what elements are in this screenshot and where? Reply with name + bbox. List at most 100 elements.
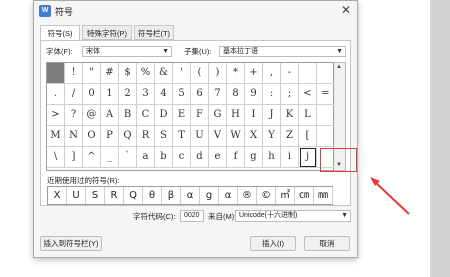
symbol-cell[interactable]: 3 bbox=[137, 84, 155, 105]
symbol-cell[interactable] bbox=[317, 126, 335, 147]
symbol-cell[interactable]: h bbox=[263, 147, 281, 168]
symbol-cell[interactable]: Y bbox=[263, 126, 281, 147]
symbol-cell[interactable]: K bbox=[281, 105, 299, 126]
symbol-cell[interactable]: H bbox=[227, 105, 245, 126]
symbol-cell[interactable]: \ bbox=[47, 147, 65, 168]
symbol-cell[interactable]: 8 bbox=[227, 84, 245, 105]
tab-special-chars[interactable]: 特殊字符(P) bbox=[82, 25, 132, 40]
symbol-cell[interactable]: M bbox=[47, 126, 65, 147]
symbol-cell[interactable]: d bbox=[191, 147, 209, 168]
symbol-cell[interactable] bbox=[317, 63, 335, 84]
recent-symbol-cell[interactable]: Q bbox=[124, 187, 143, 204]
from-select[interactable]: Unicode(十六进制) ▼ bbox=[235, 210, 351, 222]
symbol-cell[interactable]: 2 bbox=[119, 84, 137, 105]
symbol-cell[interactable]: j bbox=[299, 147, 317, 168]
recent-symbol-cell[interactable]: S bbox=[86, 187, 105, 204]
symbol-cell[interactable]: C bbox=[137, 105, 155, 126]
insert-button[interactable]: 插入(I) bbox=[250, 236, 296, 251]
symbol-cell[interactable]: I bbox=[245, 105, 263, 126]
font-select[interactable]: 宋体 ▼ bbox=[82, 46, 172, 57]
symbol-cell[interactable]: # bbox=[101, 63, 119, 84]
recent-symbol-cell[interactable]: θ bbox=[143, 187, 162, 204]
symbol-cell[interactable]: - bbox=[281, 63, 299, 84]
symbol-cell[interactable]: , bbox=[263, 63, 281, 84]
scroll-up-icon[interactable]: ▲ bbox=[336, 64, 342, 70]
recent-symbol-cell[interactable]: ® bbox=[238, 187, 257, 204]
symbol-cell[interactable]: O bbox=[83, 126, 101, 147]
symbol-cell[interactable]: f bbox=[227, 147, 245, 168]
symbol-cell[interactable]: 1 bbox=[101, 84, 119, 105]
symbol-cell[interactable]: N bbox=[65, 126, 83, 147]
symbol-cell[interactable]: " bbox=[83, 63, 101, 84]
symbol-cell[interactable]: @ bbox=[83, 105, 101, 126]
symbol-cell[interactable]: X bbox=[245, 126, 263, 147]
symbol-cell[interactable]: Z bbox=[281, 126, 299, 147]
symbol-cell[interactable]: + bbox=[245, 63, 263, 84]
symbol-cell[interactable]: ( bbox=[191, 63, 209, 84]
symbol-cell[interactable]: 0 bbox=[83, 84, 101, 105]
subset-select[interactable]: 基本拉丁语 ▼ bbox=[219, 46, 346, 57]
recent-symbol-cell[interactable]: β bbox=[162, 187, 181, 204]
symbol-cell[interactable]: 9 bbox=[245, 84, 263, 105]
recent-symbol-cell[interactable]: g bbox=[200, 187, 219, 204]
symbol-cell[interactable]: > bbox=[47, 105, 65, 126]
symbol-cell[interactable]: J bbox=[263, 105, 281, 126]
symbol-cell[interactable] bbox=[317, 105, 335, 126]
symbol-cell[interactable]: ) bbox=[209, 63, 227, 84]
close-icon[interactable]: ✕ bbox=[341, 3, 351, 17]
symbol-cell[interactable] bbox=[47, 63, 65, 84]
symbol-cell[interactable]: . bbox=[47, 84, 65, 105]
symbol-cell[interactable]: P bbox=[101, 126, 119, 147]
symbol-cell[interactable]: _ bbox=[101, 147, 119, 168]
tab-symbol-bar[interactable]: 符号栏(T) bbox=[134, 25, 174, 40]
symbol-cell[interactable]: i bbox=[281, 147, 299, 168]
symbol-cell[interactable]: G bbox=[209, 105, 227, 126]
symbol-cell[interactable]: Q bbox=[119, 126, 137, 147]
cancel-button[interactable]: 取消 bbox=[304, 236, 350, 251]
symbol-cell[interactable]: E bbox=[173, 105, 191, 126]
symbol-cell[interactable]: ' bbox=[173, 63, 191, 84]
recent-symbol-cell[interactable]: ㎝ bbox=[295, 187, 314, 204]
symbol-cell[interactable]: = bbox=[317, 84, 335, 105]
symbol-cell[interactable]: e bbox=[209, 147, 227, 168]
symbol-cell[interactable]: S bbox=[155, 126, 173, 147]
symbol-cell[interactable]: 7 bbox=[209, 84, 227, 105]
recent-symbol-cell[interactable]: ㎜ bbox=[314, 187, 333, 204]
symbol-cell[interactable]: T bbox=[173, 126, 191, 147]
symbol-cell[interactable]: % bbox=[137, 63, 155, 84]
symbol-cell[interactable]: : bbox=[263, 84, 281, 105]
symbol-cell[interactable]: g bbox=[245, 147, 263, 168]
symbol-cell[interactable]: ] bbox=[65, 147, 83, 168]
symbol-cell[interactable]: 5 bbox=[173, 84, 191, 105]
recent-symbol-cell[interactable]: U bbox=[67, 187, 86, 204]
symbol-cell[interactable]: D bbox=[155, 105, 173, 126]
symbol-cell[interactable]: [ bbox=[299, 126, 317, 147]
char-code-input[interactable]: 0020 bbox=[180, 210, 204, 222]
symbol-cell[interactable]: c bbox=[173, 147, 191, 168]
symbol-cell[interactable]: 4 bbox=[155, 84, 173, 105]
recent-symbol-cell[interactable]: X bbox=[48, 187, 67, 204]
recent-symbol-cell[interactable]: © bbox=[257, 187, 276, 204]
symbol-cell[interactable]: ^ bbox=[83, 147, 101, 168]
symbol-cell[interactable]: < bbox=[299, 84, 317, 105]
symbol-cell[interactable]: L bbox=[299, 105, 317, 126]
symbol-cell[interactable]: * bbox=[227, 63, 245, 84]
recent-symbol-cell[interactable]: ㎡ bbox=[276, 187, 295, 204]
symbol-cell[interactable]: ` bbox=[119, 147, 137, 168]
recent-symbol-cell[interactable]: α bbox=[219, 187, 238, 204]
symbol-cell[interactable]: & bbox=[155, 63, 173, 84]
symbol-cell[interactable]: $ bbox=[119, 63, 137, 84]
symbol-cell[interactable]: U bbox=[191, 126, 209, 147]
symbol-cell[interactable]: b bbox=[155, 147, 173, 168]
recent-symbol-cell[interactable]: α bbox=[181, 187, 200, 204]
symbol-cell[interactable]: W bbox=[227, 126, 245, 147]
recent-symbol-cell[interactable]: R bbox=[105, 187, 124, 204]
symbol-cell[interactable]: a bbox=[137, 147, 155, 168]
symbol-cell[interactable]: B bbox=[119, 105, 137, 126]
symbol-cell[interactable]: / bbox=[65, 84, 83, 105]
symbol-cell[interactable]: ; bbox=[281, 84, 299, 105]
symbol-cell[interactable]: ! bbox=[65, 63, 83, 84]
symbol-cell[interactable]: R bbox=[137, 126, 155, 147]
symbol-cell[interactable] bbox=[299, 63, 317, 84]
insert-to-symbol-bar-button[interactable]: 插入到符号栏(Y) bbox=[40, 236, 102, 251]
